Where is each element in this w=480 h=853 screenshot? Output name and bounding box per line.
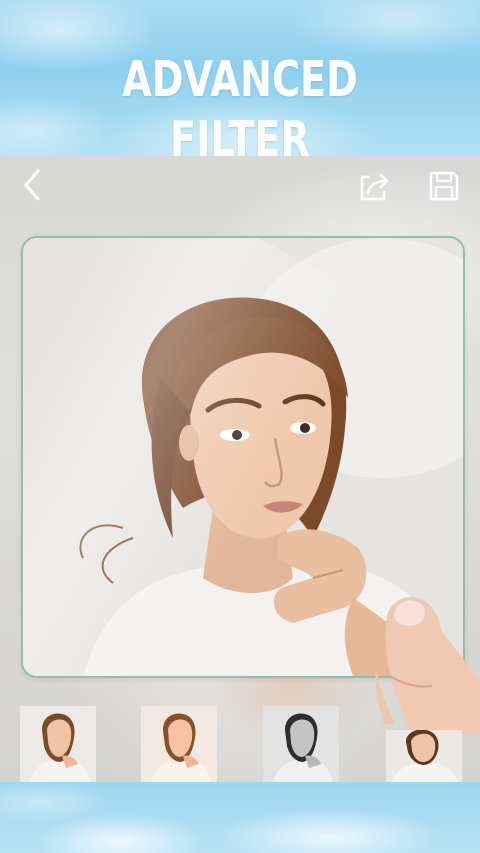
filter-thumbnail-soft[interactable]	[386, 730, 462, 782]
save-button[interactable]	[426, 168, 462, 204]
share-icon	[360, 173, 389, 201]
top-banner: ADVANCED FILTER	[0, 0, 480, 168]
banner-title: ADVANCED FILTER	[122, 51, 358, 168]
editor-area	[0, 156, 480, 782]
filter-thumbnail-black-white[interactable]	[263, 706, 339, 782]
chevron-left-icon	[24, 169, 40, 201]
back-button[interactable]	[14, 168, 50, 204]
filter-preview-image	[386, 730, 462, 782]
filter-preview-image	[20, 706, 96, 782]
filter-thumbnail-warm[interactable]	[141, 706, 217, 782]
filter-preview-image	[263, 706, 339, 782]
filter-thumbnail-original[interactable]	[20, 706, 96, 782]
floppy-disk-icon	[429, 171, 459, 201]
finger-illustration	[375, 597, 480, 734]
bottom-banner	[0, 782, 480, 853]
share-button[interactable]	[357, 168, 393, 204]
filter-preview-image	[141, 706, 217, 782]
